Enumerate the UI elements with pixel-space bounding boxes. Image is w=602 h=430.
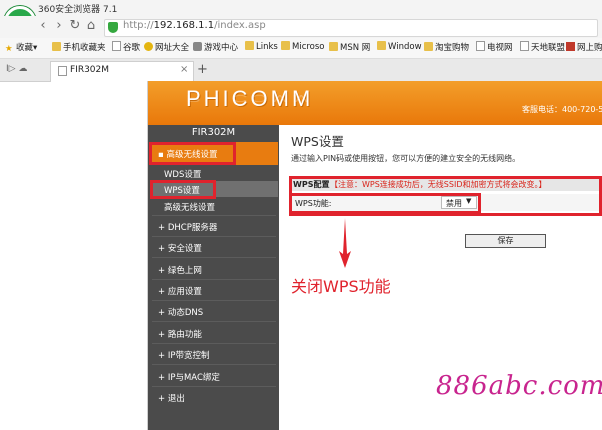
menu-divider: [152, 321, 276, 322]
bookmark-shopping[interactable]: 网上购: [566, 41, 602, 53]
bookmark-favorites[interactable]: ★ 收藏▾: [5, 41, 37, 54]
menu-divider: [152, 364, 276, 365]
security-shield-icon: [108, 22, 118, 33]
annotation-label: 关闭WPS功能: [291, 277, 391, 296]
annotation-box-config: [289, 176, 602, 216]
bookmark-msn[interactable]: MSN 网: [329, 41, 370, 53]
shop-icon: [566, 42, 575, 51]
tab-bar-left-icons[interactable]: I▷ ☁: [6, 64, 27, 74]
page-icon: [112, 41, 121, 51]
menu-ddns[interactable]: + 动态DNS: [158, 306, 203, 318]
menu-divider: [152, 300, 276, 301]
refresh-icon[interactable]: ↻: [68, 18, 82, 34]
folder-icon: [424, 42, 433, 51]
menu-ip-bandwidth[interactable]: + IP带宽控制: [158, 349, 209, 361]
app-title: 360安全浏览器 7.1: [38, 5, 118, 15]
menu-routing[interactable]: + 路由功能: [158, 328, 202, 340]
bookmark-games[interactable]: 游戏中心: [193, 41, 238, 53]
gamepad-icon: [193, 42, 202, 51]
model-name: FIR302M: [191, 127, 236, 138]
menu-divider: [152, 257, 276, 258]
page-icon: [520, 41, 529, 51]
menu-divider: [152, 343, 276, 344]
bookmark-microsoft[interactable]: Microso: [281, 41, 325, 52]
folder-icon: [329, 42, 338, 51]
bookmark-nav[interactable]: 网址大全: [144, 41, 189, 53]
folder-icon: [52, 42, 61, 51]
service-hotline: 客服电话：400-720-561: [522, 105, 602, 114]
submenu-wds[interactable]: WDS设置: [164, 168, 201, 180]
menu-divider: [152, 215, 276, 216]
menu-ip-mac-binding[interactable]: + IP与MAC绑定: [158, 371, 220, 383]
bookmark-tv[interactable]: 电视网: [476, 41, 513, 53]
menu-dhcp[interactable]: + DHCP服务器: [158, 221, 217, 233]
watermark: 886abc.com: [436, 371, 602, 401]
brand-logo-reflection: PHICOMM: [186, 92, 314, 104]
tab-label: FIR302M: [70, 65, 110, 75]
back-icon[interactable]: ‹: [36, 18, 50, 34]
site-icon: [144, 42, 153, 51]
annotation-arrow: [339, 218, 351, 268]
home-icon[interactable]: ⌂: [84, 18, 98, 34]
menu-divider: [152, 386, 276, 387]
menu-logout[interactable]: + 退出: [158, 392, 185, 404]
annotation-box-menu: [149, 142, 236, 165]
bookmark-links[interactable]: Links: [245, 41, 278, 52]
folder-icon: [377, 41, 386, 50]
page-description: 通过输入PIN码或使用按钮，您可以方便的建立安全的无线网络。: [291, 154, 521, 163]
page-icon: [476, 41, 485, 51]
bookmark-google[interactable]: 谷歌: [112, 41, 140, 53]
page-icon: [58, 66, 67, 76]
bookmark-windows[interactable]: Window: [377, 41, 422, 52]
page-title: WPS设置: [291, 134, 344, 149]
forward-icon[interactable]: ›: [52, 18, 66, 34]
bookmark-taobao[interactable]: 淘宝购物: [424, 41, 469, 53]
bookmark-tiandi[interactable]: 天地联盟: [520, 41, 565, 53]
url-text[interactable]: http://192.168.1.1/index.asp: [123, 20, 266, 31]
menu-green-internet[interactable]: + 绿色上网: [158, 264, 202, 276]
menu-security[interactable]: + 安全设置: [158, 242, 202, 254]
folder-icon: [281, 41, 290, 50]
menu-applications[interactable]: + 应用设置: [158, 285, 202, 297]
save-button[interactable]: 保存: [465, 234, 546, 248]
bookmark-mobile[interactable]: 手机收藏夹: [52, 41, 106, 53]
submenu-advanced-wireless[interactable]: 高级无线设置: [164, 201, 215, 213]
folder-icon: [245, 41, 254, 50]
new-tab-button[interactable]: +: [197, 62, 208, 77]
annotation-box-submenu: [150, 180, 216, 199]
close-icon[interactable]: ×: [180, 64, 188, 75]
menu-divider: [152, 279, 276, 280]
menu-divider: [152, 236, 276, 237]
star-icon: ★: [5, 44, 13, 54]
